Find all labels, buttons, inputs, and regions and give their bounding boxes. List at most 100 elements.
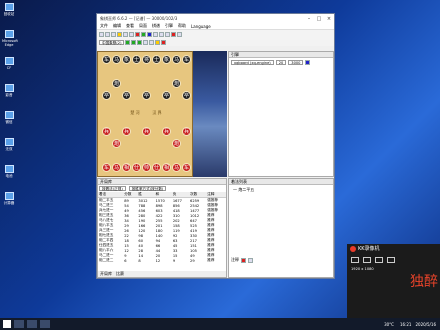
- last-move-icon[interactable]: [149, 39, 155, 45]
- menu-record[interactable]: 棋谱: [152, 23, 160, 29]
- taskbar-app[interactable]: [40, 320, 50, 328]
- edit-icon[interactable]: [248, 257, 253, 263]
- paste-icon[interactable]: [129, 31, 134, 37]
- hint-icon[interactable]: [155, 39, 161, 45]
- chess-piece[interactable]: 卒: [122, 91, 131, 100]
- start-icon[interactable]: [3, 320, 11, 328]
- desktop-icon[interactable]: 影音: [2, 84, 16, 98]
- chess-piece[interactable]: 车: [102, 55, 111, 64]
- desktop-icon[interactable]: 微信: [2, 111, 16, 125]
- settings-icon[interactable]: [387, 257, 395, 263]
- chess-piece[interactable]: 兵: [102, 127, 111, 136]
- tab-library[interactable]: 开局库: [100, 271, 112, 277]
- open-icon[interactable]: [105, 31, 110, 37]
- table-cell: 炮二进二: [99, 258, 114, 262]
- library-sort-select[interactable]: 按胜率方式(按分数): [128, 186, 167, 191]
- menu-language[interactable]: Language: [191, 24, 211, 29]
- library-filter-select[interactable]: 按着法(正规): [99, 186, 126, 191]
- step-forward-icon[interactable]: [131, 39, 137, 45]
- engine-select[interactable]: xqboard (xq-engine): [231, 60, 274, 65]
- chess-piece[interactable]: 车: [182, 55, 191, 64]
- close-icon[interactable]: ×: [324, 16, 334, 22]
- red-flag-icon[interactable]: [135, 31, 140, 37]
- chess-piece[interactable]: 卒: [182, 91, 191, 100]
- menu-view[interactable]: 查看: [126, 23, 134, 29]
- taskbar-app[interactable]: [14, 320, 24, 328]
- desktop-icon[interactable]: CF: [2, 57, 16, 70]
- depth-field[interactable]: 20: [275, 60, 287, 65]
- resign-icon[interactable]: [161, 39, 167, 45]
- undo-icon[interactable]: [153, 31, 158, 37]
- folder-icon[interactable]: [117, 31, 122, 37]
- flip-icon[interactable]: [165, 31, 170, 37]
- chess-piece[interactable]: 象: [122, 55, 131, 64]
- chess-piece[interactable]: 相: [122, 163, 131, 172]
- first-move-icon[interactable]: [143, 39, 149, 45]
- chess-piece[interactable]: 兵: [162, 127, 171, 136]
- title-bar[interactable]: 象棋巫师 6.6.2 — [记谱] — 30000/102/3 – □ ×: [97, 14, 334, 23]
- minimize-icon[interactable]: –: [304, 16, 314, 22]
- taskbar-app[interactable]: [27, 320, 37, 328]
- opening-select[interactable]: 中国象棋(2): [99, 39, 125, 45]
- chess-piece[interactable]: 车: [102, 163, 111, 172]
- chess-piece[interactable]: 炮: [112, 139, 121, 148]
- game-icon[interactable]: [363, 257, 371, 263]
- move-item[interactable]: 一 炮二平五: [229, 185, 333, 195]
- chess-piece[interactable]: 马: [112, 163, 121, 172]
- desktop-icon[interactable]: 回收站: [2, 3, 16, 17]
- redo-icon[interactable]: [159, 31, 164, 37]
- chess-piece[interactable]: 马: [172, 163, 181, 172]
- copy-icon[interactable]: [123, 31, 128, 37]
- chess-piece[interactable]: 士: [152, 55, 161, 64]
- chess-piece[interactable]: 马: [112, 55, 121, 64]
- menu-engine[interactable]: 引擎: [165, 23, 173, 29]
- maximize-icon[interactable]: □: [314, 16, 324, 22]
- menu-help[interactable]: 帮助: [178, 23, 186, 29]
- green-icon[interactable]: [141, 31, 146, 37]
- movelist-panel: 着法列表 一 炮二平五 注释: [228, 178, 334, 278]
- menu-position[interactable]: 局面: [139, 23, 147, 29]
- chess-piece[interactable]: 象: [162, 55, 171, 64]
- desktop-icon[interactable]: 计算器: [2, 192, 16, 206]
- search-icon[interactable]: [177, 31, 182, 37]
- chess-piece[interactable]: 仕: [132, 163, 141, 172]
- color-icon[interactable]: [305, 60, 311, 65]
- chess-piece[interactable]: 兵: [182, 127, 191, 136]
- table-row[interactable]: 炮二进二 6 8 12 9 29 推荐: [98, 258, 226, 263]
- step-back-icon[interactable]: [137, 39, 143, 45]
- camera-icon[interactable]: [375, 257, 383, 263]
- time-field[interactable]: 3000: [288, 60, 304, 65]
- chess-board[interactable]: 楚 河 汉 界 车马象士将士象马车炮炮卒卒卒卒卒兵兵兵兵兵炮炮车马相仕帅仕相马车: [97, 51, 193, 177]
- chess-piece[interactable]: 马: [172, 55, 181, 64]
- chess-piece[interactable]: 炮: [172, 139, 181, 148]
- chess-piece[interactable]: 帅: [142, 163, 151, 172]
- library-panel: 开局库 按着法(正规) 按胜率方式(按分数) 着法 分数胜和负次数 注释 炮二平五 8…: [97, 178, 227, 278]
- desktop-icon[interactable]: 无双: [2, 138, 16, 152]
- menu-file[interactable]: 文件: [100, 23, 108, 29]
- screen-icon[interactable]: [351, 257, 359, 263]
- menu-edit[interactable]: 编辑: [113, 23, 121, 29]
- chess-piece[interactable]: 卒: [162, 91, 171, 100]
- desktop-icon[interactable]: 电池: [2, 165, 16, 179]
- chess-piece[interactable]: 将: [142, 55, 151, 64]
- clock: 16:21: [399, 321, 412, 327]
- play-icon[interactable]: [125, 39, 131, 45]
- chess-piece[interactable]: 卒: [142, 91, 151, 100]
- chess-piece[interactable]: 仕: [152, 163, 161, 172]
- chess-piece[interactable]: 兵: [122, 127, 131, 136]
- new-icon[interactable]: [99, 31, 104, 37]
- chess-piece[interactable]: 车: [182, 163, 191, 172]
- blue-icon[interactable]: [147, 31, 152, 37]
- chess-piece[interactable]: 炮: [172, 79, 181, 88]
- app-window: 象棋巫师 6.6.2 — [记谱] — 30000/102/3 – □ × 文件…: [96, 13, 335, 279]
- chess-piece[interactable]: 兵: [142, 127, 151, 136]
- chess-piece[interactable]: 士: [132, 55, 141, 64]
- chess-piece[interactable]: 炮: [112, 79, 121, 88]
- desktop-icon[interactable]: Microsoft Edge: [2, 30, 18, 47]
- tab-match[interactable]: 比赛: [116, 271, 124, 277]
- chess-piece[interactable]: 相: [162, 163, 171, 172]
- stop-icon[interactable]: [171, 31, 176, 37]
- delete-icon[interactable]: [241, 257, 246, 263]
- chess-piece[interactable]: 卒: [102, 91, 111, 100]
- save-icon[interactable]: [111, 31, 116, 37]
